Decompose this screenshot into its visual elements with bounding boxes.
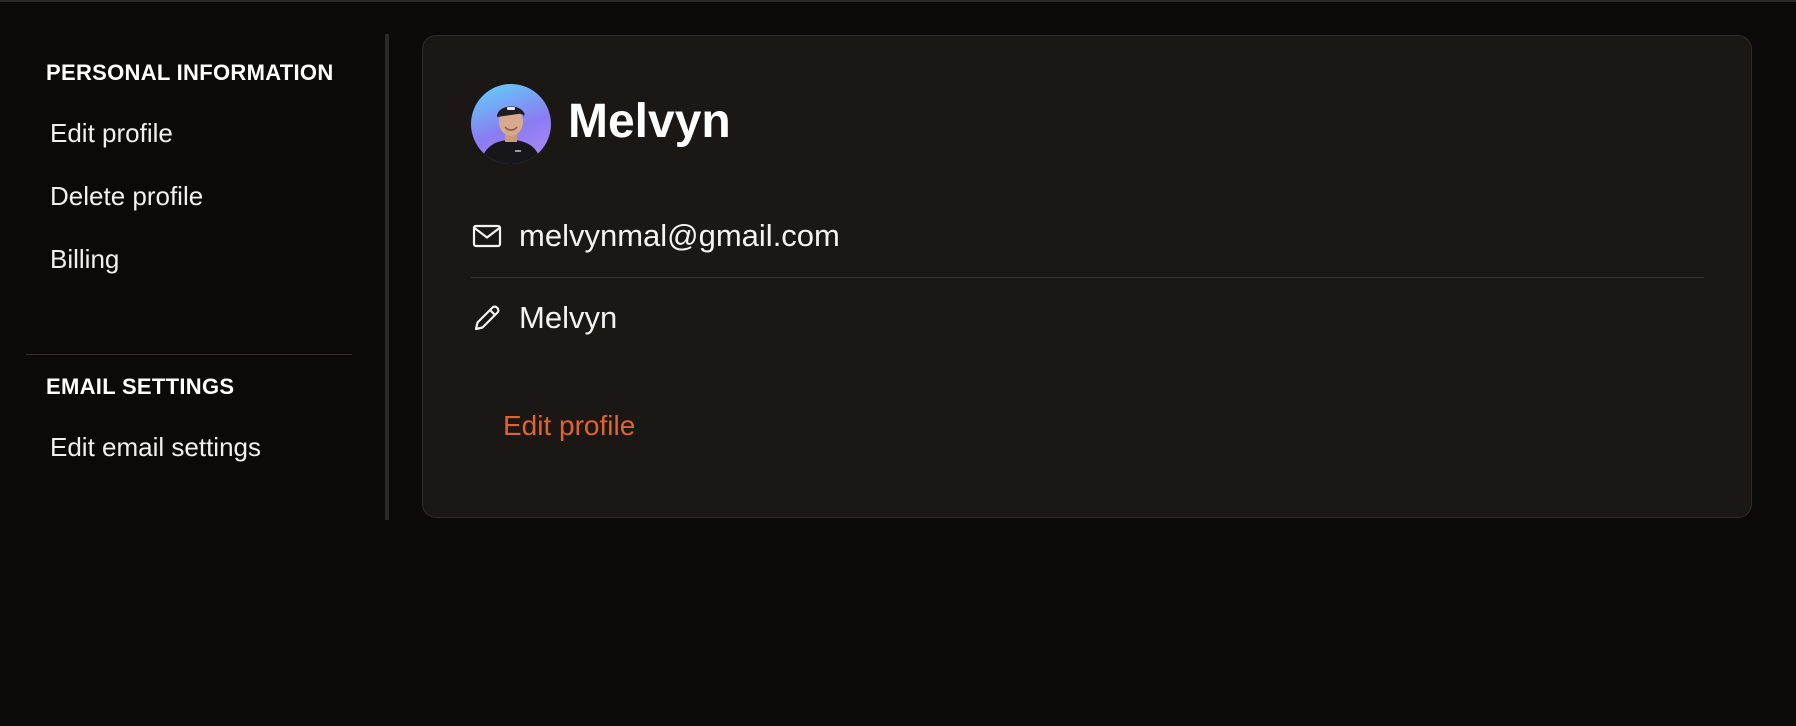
sidebar-vertical-divider [385, 34, 389, 520]
edit-profile-button[interactable]: Edit profile [503, 410, 635, 442]
sidebar-item-edit-profile[interactable]: Edit profile [50, 118, 173, 149]
sidebar-item-edit-email-settings[interactable]: Edit email settings [50, 432, 261, 463]
profile-card: Melvyn melvynmal@gmail.com Melvyn Edit p… [422, 35, 1752, 518]
personal-information-heading: PERSONAL INFORMATION [46, 60, 334, 85]
sidebar-item-billing[interactable]: Billing [50, 244, 119, 275]
avatar [471, 84, 551, 164]
email-value: melvynmal@gmail.com [519, 218, 840, 253]
mail-icon [471, 220, 503, 252]
profile-name: Melvyn [568, 95, 731, 148]
user-avatar-photo-icon [481, 106, 541, 164]
display-name-value: Melvyn [519, 300, 618, 335]
sidebar-item-delete-profile[interactable]: Delete profile [50, 181, 203, 212]
email-row: melvynmal@gmail.com [471, 216, 840, 256]
window-top-border [0, 0, 1796, 2]
info-divider [471, 277, 1704, 278]
display-name-row: Melvyn [471, 298, 617, 338]
sidebar-divider [26, 354, 352, 355]
email-settings-heading: EMAIL SETTINGS [46, 374, 235, 399]
pencil-icon [471, 302, 503, 334]
